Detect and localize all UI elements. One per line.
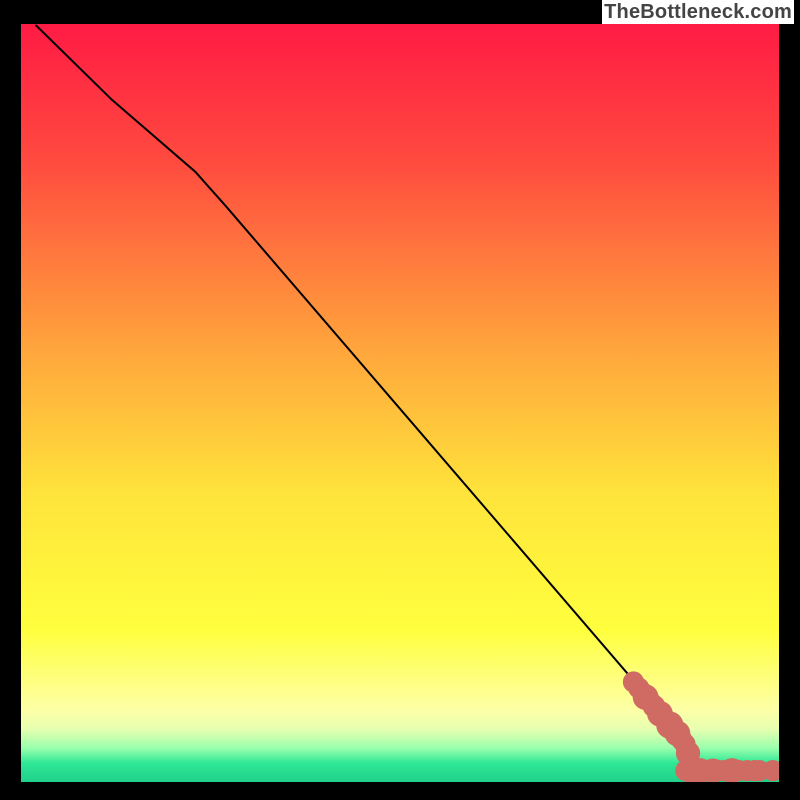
chart-frame	[0, 0, 800, 800]
attribution-label: TheBottleneck.com	[602, 0, 794, 24]
chart-background	[21, 24, 779, 782]
chart-svg	[21, 24, 779, 782]
chart-plot	[21, 24, 779, 782]
